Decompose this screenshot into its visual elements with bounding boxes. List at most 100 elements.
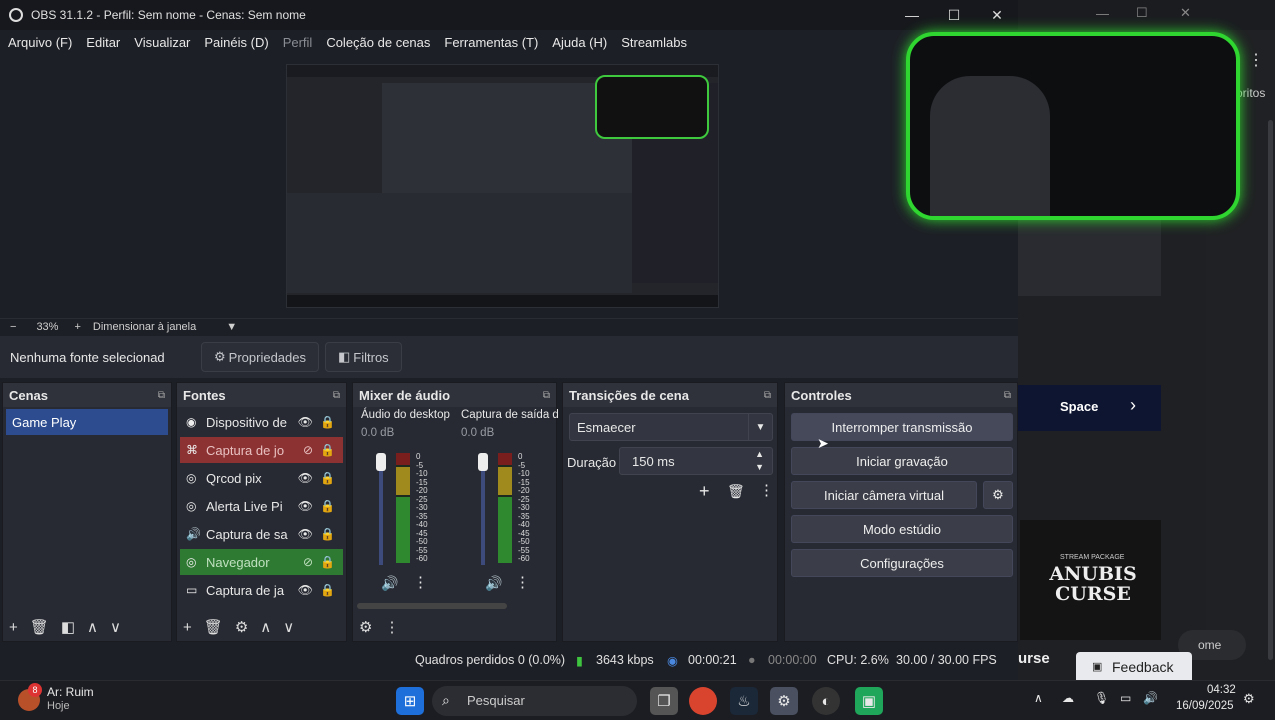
transition-select[interactable]: Esmaecer ▼ (569, 413, 773, 441)
browser-maximize-button[interactable]: ☐ (1136, 5, 1148, 21)
taskbar-search[interactable]: ⌕ Pesquisar (432, 686, 637, 716)
preview-canvas[interactable] (286, 64, 719, 308)
task-view-icon[interactable]: ❐ (650, 687, 678, 715)
eye-icon[interactable]: 👁 (298, 527, 313, 541)
properties-button[interactable]: ⚙ Propriedades (201, 342, 319, 372)
duration-input[interactable]: 150 ms ▲ ▼ (619, 447, 773, 475)
volume-slider[interactable] (481, 455, 485, 565)
eye-icon[interactable]: 👁 (298, 415, 313, 429)
source-item[interactable]: ⌘ Captura de jo ⊘ 🔒 (180, 437, 343, 463)
source-item[interactable]: ◎ Navegador ⊘ 🔒 (180, 549, 343, 575)
lock-icon[interactable]: 🔒 (320, 471, 335, 485)
eye-hidden-icon[interactable]: ⊘ (303, 555, 313, 569)
menu-paineis[interactable]: Painéis (D) (204, 35, 268, 50)
menu-streamlabs[interactable]: Streamlabs (621, 35, 687, 50)
scene-item[interactable]: Game Play (6, 409, 168, 435)
lock-icon[interactable]: 🔒 (320, 583, 335, 597)
chevron-up-icon[interactable]: ∧ (1034, 691, 1043, 705)
zoom-fit-select[interactable]: Dimensionar à janela (93, 321, 196, 333)
arrow-down-icon[interactable]: ∨ (283, 618, 294, 636)
clock-date[interactable]: 16/09/2025 (1176, 700, 1234, 712)
source-item[interactable]: ◎ Alerta Live Pi 👁 🔒 (180, 493, 343, 519)
source-item[interactable]: ◉ Dispositivo de 👁 🔒 (180, 409, 343, 435)
speaker-icon[interactable]: 🔊 (381, 575, 398, 592)
eye-hidden-icon[interactable]: ⊘ (303, 443, 313, 457)
more-icon[interactable]: ⋮ (1248, 50, 1264, 70)
eye-icon[interactable]: 👁 (298, 471, 313, 485)
minimize-button[interactable]: — (890, 0, 934, 30)
lock-icon[interactable]: 🔒 (320, 415, 335, 429)
streamlabs-icon[interactable]: ▣ (855, 687, 883, 715)
chevron-right-icon[interactable]: › (1130, 395, 1136, 416)
volume-knob[interactable] (376, 453, 386, 471)
volume-slider[interactable] (379, 455, 383, 565)
lock-icon[interactable]: 🔒 (320, 555, 335, 569)
close-button[interactable]: ✕ (975, 0, 1019, 30)
undock-icon[interactable]: ⧉ (543, 390, 550, 401)
space-card[interactable]: Space › (1018, 385, 1161, 431)
filters-button[interactable]: ◧ Filtros (324, 342, 402, 372)
volume-knob[interactable] (478, 453, 488, 471)
source-item[interactable]: 🔊 Captura de sa 👁 🔒 (180, 521, 343, 547)
weather-text[interactable]: Ar: Ruim (47, 685, 94, 699)
mixer-scrollbar[interactable] (357, 603, 507, 609)
chevron-up-icon[interactable]: ▲ (755, 449, 764, 459)
volume-icon[interactable]: 🔊 (1143, 691, 1158, 705)
undock-icon[interactable]: ⧉ (1004, 390, 1011, 401)
zoom-out-button[interactable]: − (10, 321, 16, 333)
windows-start-icon[interactable]: ⊞ (396, 687, 424, 715)
feedback-button[interactable]: ▣ Feedback (1076, 652, 1192, 680)
thumbnail-top[interactable] (1018, 220, 1161, 296)
mixer-settings-icon[interactable]: ⚙ (359, 618, 372, 636)
more-icon[interactable]: ⋮ (759, 481, 774, 499)
undock-icon[interactable]: ⧉ (764, 390, 771, 401)
anubis-card[interactable]: STREAM PACKAGE ANUBIS CURSE (1020, 520, 1161, 640)
obs-taskbar-icon[interactable]: ◐ (812, 687, 840, 715)
chevron-down-icon[interactable]: ▼ (226, 321, 237, 333)
lock-icon[interactable]: 🔒 (320, 499, 335, 513)
browser-close-button[interactable]: ✕ (1180, 5, 1191, 21)
notification-icon[interactable]: ⚙ (1243, 691, 1255, 707)
browser-minimize-button[interactable]: — (1096, 6, 1109, 21)
arrow-up-icon[interactable]: ∧ (87, 618, 98, 636)
microphone-icon[interactable]: 🎙 (1094, 691, 1109, 705)
menu-ajuda[interactable]: Ajuda (H) (552, 35, 607, 50)
source-item[interactable]: ▭ Captura de ja 👁 🔒 (180, 577, 343, 603)
browser-scrollbar[interactable] (1268, 120, 1273, 660)
speaker-icon[interactable]: 🔊 (485, 575, 502, 592)
undock-icon[interactable]: ⧉ (158, 390, 165, 401)
more-icon[interactable]: ⋮ (413, 573, 428, 591)
arrow-down-icon[interactable]: ∨ (110, 618, 121, 636)
chrome-icon[interactable] (689, 687, 717, 715)
virtual-camera-button[interactable]: Iniciar câmera virtual (791, 481, 977, 509)
more-icon[interactable]: ⋮ (384, 618, 399, 636)
maximize-button[interactable]: ☐ (932, 0, 976, 30)
source-item[interactable]: ◎ Qrcod pix 👁 🔒 (180, 465, 343, 491)
settings-icon[interactable]: ⚙ (770, 687, 798, 715)
virtual-camera-settings-button[interactable]: ⚙ (983, 481, 1013, 509)
menu-arquivo[interactable]: Arquivo (F) (8, 35, 72, 50)
studio-mode-button[interactable]: Modo estúdio (791, 515, 1013, 543)
menu-ferramentas[interactable]: Ferramentas (T) (444, 35, 538, 50)
settings-button[interactable]: Configurações (791, 549, 1013, 577)
add-icon[interactable]: + (699, 481, 710, 502)
eye-icon[interactable]: 👁 (298, 499, 313, 513)
trash-icon[interactable]: 🗑 (204, 618, 223, 636)
menu-perfil[interactable]: Perfil (283, 35, 313, 50)
network-icon[interactable]: ▭ (1120, 691, 1131, 705)
lock-icon[interactable]: 🔒 (320, 443, 335, 457)
zoom-in-button[interactable]: + (74, 321, 80, 333)
clock-time[interactable]: 04:32 (1207, 684, 1236, 696)
filter-icon[interactable]: ◧ (61, 618, 75, 636)
menu-colecao-cenas[interactable]: Coleção de cenas (326, 35, 430, 50)
cloud-off-icon[interactable]: ☁ (1062, 691, 1074, 705)
gear-icon[interactable]: ⚙ (235, 618, 248, 636)
arrow-up-icon[interactable]: ∧ (260, 618, 271, 636)
more-icon[interactable]: ⋮ (515, 573, 530, 591)
trash-icon[interactable]: 🗑 (30, 618, 49, 636)
eye-icon[interactable]: 👁 (298, 583, 313, 597)
steam-icon[interactable]: ♨ (730, 687, 758, 715)
trash-icon[interactable]: 🗑 (727, 483, 745, 500)
lock-icon[interactable]: 🔒 (320, 527, 335, 541)
menu-visualizar[interactable]: Visualizar (134, 35, 190, 50)
